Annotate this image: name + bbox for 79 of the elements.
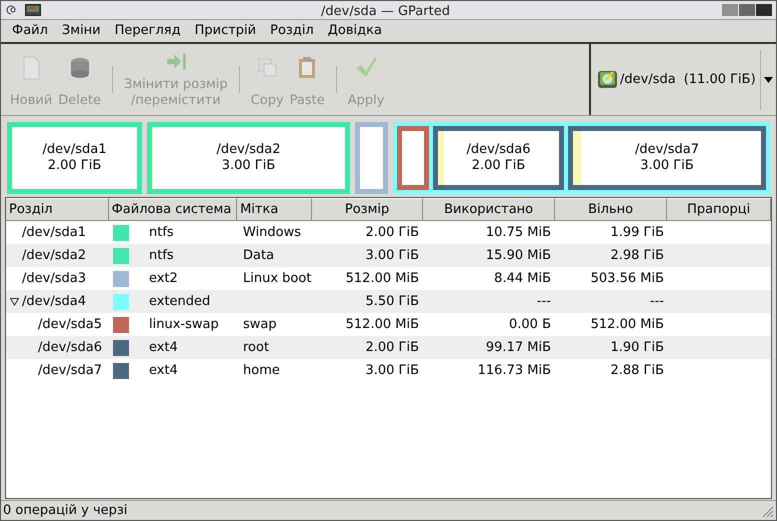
status-text: 0 операцій у черзі <box>3 502 128 520</box>
partition-size: 2.00 ГіБ <box>472 158 526 174</box>
used-cell-text: 10.75 МіБ <box>486 224 551 242</box>
device-name: /dev/sda <box>620 70 676 89</box>
dropdown-arrow-icon <box>764 76 773 82</box>
size-cell-text: 3.00 ГіБ <box>365 246 419 265</box>
partition-block[interactable]: /dev/sda2 3.00 ГіБ <box>147 122 350 194</box>
partition-name: /dev/sda1 <box>42 142 106 158</box>
size-cell-text: 5.50 ГіБ <box>365 292 419 311</box>
filesystem-cell-text: ext4 <box>149 362 178 380</box>
column-header[interactable]: Прапорці <box>667 198 771 221</box>
partition-cell-text: /dev/sda7 <box>38 362 102 380</box>
label-cell: root <box>243 340 270 355</box>
column-header[interactable]: Розмір <box>312 198 424 221</box>
free-cell-text: 503.56 МіБ <box>590 270 664 288</box>
window-title: /dev/sda — GParted <box>321 3 450 21</box>
used-cell-text: 8.44 МіБ <box>494 270 551 288</box>
device-selector[interactable]: /dev/sda (11.00 ГіБ) <box>591 44 776 115</box>
partition-cell-text: /dev/sda1 <box>22 224 86 242</box>
partition-size: 2.00 ГіБ <box>48 158 102 174</box>
label-cell: Linux boot <box>243 270 312 286</box>
filesystem-cell-text: ext4 <box>149 338 178 357</box>
column-header[interactable]: Розділ <box>6 198 109 221</box>
resize-grip-icon[interactable] <box>760 504 774 518</box>
size-cell-text: 2.00 ГіБ <box>365 338 419 357</box>
free-cell-text: 1.99 ГіБ <box>610 224 664 242</box>
used-cell-text: 99.17 МіБ <box>486 338 551 357</box>
menu-item[interactable]: Розділ <box>270 21 314 41</box>
filesystem-cell-text: linux-swap <box>149 316 219 334</box>
filesystem-cell-text: ntfs <box>149 246 174 265</box>
menu-item[interactable]: Файл <box>12 21 48 41</box>
partition-cell-text: /dev/sda3 <box>22 270 86 288</box>
partition-cell-text: /dev/sda4 <box>22 292 86 311</box>
partition-block[interactable] <box>397 126 429 190</box>
partition-block[interactable] <box>355 122 388 194</box>
filesystem-cell-text: extended <box>149 292 210 311</box>
filesystem-cell-text: ntfs <box>149 224 174 242</box>
filesystem-cell-text: ext2 <box>149 270 178 288</box>
column-header[interactable]: Файлова система <box>108 198 238 221</box>
free-cell-text: 512.00 МіБ <box>590 316 664 334</box>
partition-size: 3.00 ГіБ <box>222 158 276 174</box>
label-cell: home <box>243 362 280 378</box>
partition-block[interactable]: /dev/sda7 3.00 ГіБ <box>568 126 766 190</box>
used-cell-text: 15.90 МіБ <box>486 246 551 265</box>
used-cell-text: 116.73 МіБ <box>478 362 551 380</box>
size-cell-text: 3.00 ГіБ <box>365 362 419 380</box>
app-icon <box>25 4 41 16</box>
size-cell-text: 512.00 МіБ <box>346 270 419 288</box>
menu-item[interactable]: Зміни <box>62 21 101 41</box>
label-cell: Data <box>243 248 274 263</box>
swirl-icon <box>5 4 17 16</box>
label-cell: Windows <box>243 224 302 240</box>
free-cell-text: 2.98 ГіБ <box>610 246 664 265</box>
partition-size: 3.00 ГіБ <box>640 158 694 174</box>
label-cell: swap <box>243 316 277 332</box>
partition-cell-text: /dev/sda6 <box>38 338 102 357</box>
partition-cell-text: /dev/sda5 <box>38 316 102 334</box>
free-cell-text: --- <box>650 292 664 311</box>
free-cell-text: 1.90 ГіБ <box>610 338 664 357</box>
column-header[interactable]: Вільно <box>554 198 668 221</box>
partition-block[interactable]: /dev/sda1 2.00 ГіБ <box>7 122 142 194</box>
free-cell-text: 2.88 ГіБ <box>610 362 664 380</box>
menu-item[interactable]: Пристрій <box>194 21 256 41</box>
column-header[interactable]: Використано <box>423 198 555 221</box>
used-cell-text: 0.00 Б <box>509 316 551 334</box>
partition-cell-text: /dev/sda2 <box>22 246 86 265</box>
device-size: (11.00 ГіБ) <box>684 70 756 89</box>
extended-partition-block[interactable]: /dev/sda6 2.00 ГіБ /dev/sda7 3.00 ГіБ <box>393 122 770 194</box>
menu-item[interactable]: Довідка <box>328 21 382 41</box>
size-cell-text: 512.00 МіБ <box>346 316 419 334</box>
used-cell-text: --- <box>536 292 551 311</box>
size-cell-text: 2.00 ГіБ <box>365 224 419 242</box>
partition-name: /dev/sda6 <box>466 142 530 158</box>
menu-item[interactable]: Перегляд <box>114 21 181 41</box>
partition-block[interactable]: /dev/sda6 2.00 ГіБ <box>433 126 564 190</box>
partition-name: /dev/sda2 <box>216 142 280 158</box>
partition-name: /dev/sda7 <box>635 142 699 158</box>
expander-icon[interactable] <box>10 297 19 306</box>
column-header[interactable]: Мітка <box>237 198 312 221</box>
